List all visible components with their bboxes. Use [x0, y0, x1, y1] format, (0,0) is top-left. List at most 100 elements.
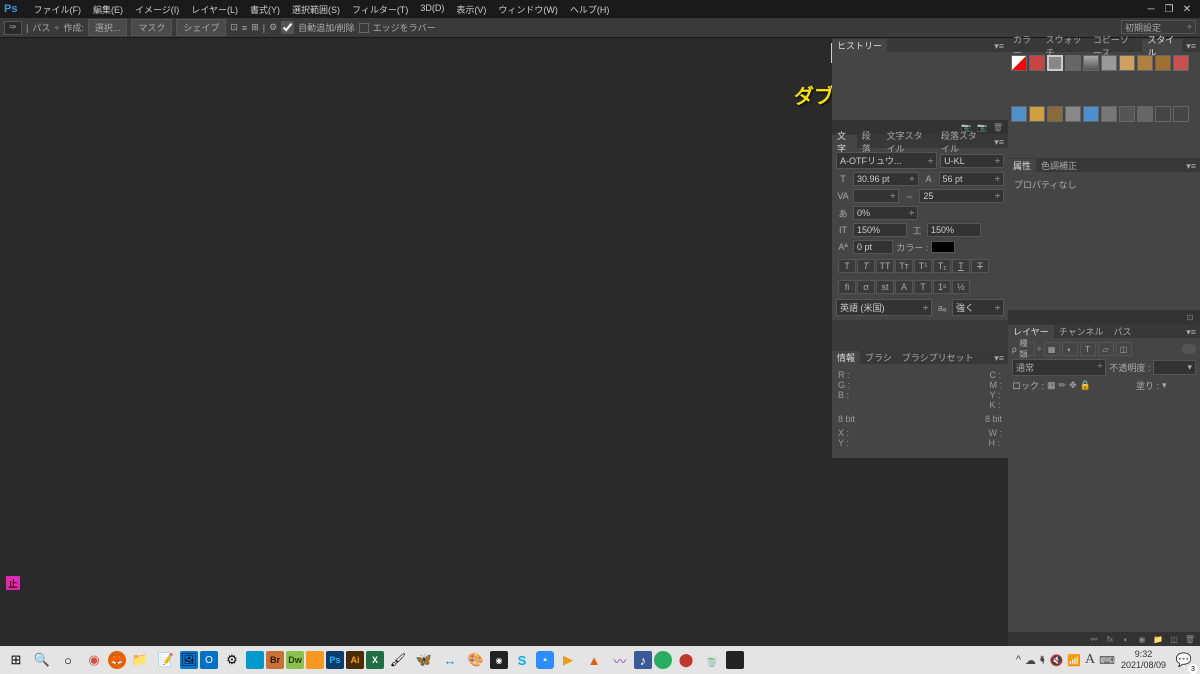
filter-shape-icon[interactable]: ▱ [1098, 342, 1114, 356]
skype-icon[interactable]: S [510, 648, 534, 672]
style-swatch[interactable] [1029, 106, 1045, 122]
ot-titling[interactable]: T [914, 280, 932, 294]
tab-info[interactable]: 情報 [832, 351, 860, 364]
tab-swatches[interactable]: スウォッチ [1040, 39, 1087, 52]
terminal-icon[interactable] [726, 651, 744, 669]
lock-transparency-icon[interactable]: ▦ [1047, 380, 1056, 391]
superscript-button[interactable]: T¹ [914, 259, 932, 273]
tab-styles[interactable]: スタイル [1142, 39, 1182, 52]
zoom-icon[interactable]: ▪ [536, 651, 554, 669]
layer-mask-icon[interactable]: ◐ [1119, 633, 1133, 645]
smallcaps-button[interactable]: Tᴛ [895, 259, 913, 273]
style-swatch[interactable] [1047, 106, 1063, 122]
search-icon[interactable]: 🔍 [30, 648, 54, 672]
menu-image[interactable]: イメージ(I) [129, 1, 185, 18]
start-button[interactable]: ⊞ [4, 648, 28, 672]
teamviewer-icon[interactable]: ↔ [438, 648, 462, 672]
excel-icon[interactable]: X [366, 651, 384, 669]
maximize-button[interactable]: ❐ [1160, 2, 1178, 16]
green-app-icon[interactable] [654, 651, 672, 669]
subscript-button[interactable]: T₁ [933, 259, 951, 273]
panel-menu-icon[interactable]: ▾≡ [990, 41, 1008, 52]
cortana-icon[interactable]: ○ [56, 648, 80, 672]
new-layer-icon[interactable]: ◫ [1167, 633, 1181, 645]
style-swatch[interactable] [1119, 106, 1135, 122]
arrange-icon[interactable]: ⊞ [251, 22, 259, 33]
fill-field[interactable]: ▾ [1162, 380, 1196, 391]
style-swatch[interactable] [1047, 55, 1063, 71]
record-icon[interactable]: ⬤ [674, 648, 698, 672]
tray-overflow-icon[interactable]: ^ [1016, 654, 1021, 666]
ot-alt[interactable]: A [895, 280, 913, 294]
language-select[interactable]: 英語 (米国)÷ [836, 299, 932, 316]
close-button[interactable]: ✕ [1178, 2, 1196, 16]
filter-pixel-icon[interactable]: ▦ [1044, 342, 1060, 356]
style-swatch[interactable] [1083, 55, 1099, 71]
selection-button[interactable]: 選択... [88, 19, 128, 36]
photoshop-icon[interactable]: Ps [326, 651, 344, 669]
menu-help[interactable]: ヘルプ(H) [564, 1, 616, 18]
shape-button[interactable]: シェイプ [176, 19, 226, 36]
panel-menu-icon[interactable]: ▾≡ [1182, 41, 1200, 52]
style-swatch[interactable] [1101, 55, 1117, 71]
vscale-field[interactable]: 150% [853, 223, 907, 237]
style-swatch[interactable] [1065, 55, 1081, 71]
cup-icon[interactable]: 🍵 [700, 648, 724, 672]
style-swatch[interactable] [1119, 55, 1135, 71]
chrome-icon[interactable]: ◉ [82, 648, 106, 672]
text-color-swatch[interactable] [931, 241, 955, 253]
filter-kind[interactable]: 種類 [1019, 342, 1035, 356]
menu-layer[interactable]: レイヤー(L) [185, 1, 244, 18]
align-icon[interactable]: ≡ [242, 23, 247, 33]
group-icon[interactable]: 📁 [1151, 633, 1165, 645]
ot-fi[interactable]: fi [838, 280, 856, 294]
notepad-icon[interactable]: 📝 [154, 648, 178, 672]
music-app-icon[interactable]: ♪ [634, 651, 652, 669]
filter-type-icon[interactable]: T [1080, 342, 1096, 356]
tsume-field[interactable]: 0%÷ [853, 206, 918, 220]
ime-a-icon[interactable]: A [1085, 652, 1095, 668]
tab-brush[interactable]: ブラシ [860, 351, 897, 364]
panel-menu-icon[interactable]: ▾≡ [990, 137, 1008, 148]
history-delete-icon[interactable]: 🗑 [991, 121, 1005, 133]
tab-adjustments[interactable]: 色調補正 [1036, 159, 1082, 172]
vlc-icon[interactable]: ▲ [582, 648, 606, 672]
tab-character[interactable]: 文字 [832, 135, 857, 148]
current-tool-icon[interactable]: ✑ [4, 21, 22, 35]
ot-script[interactable]: σ [857, 280, 875, 294]
wacom-icon[interactable] [246, 651, 264, 669]
notifications-icon[interactable]: 💬3 [1172, 648, 1196, 672]
boolean-op-icon[interactable]: ⊡ [230, 22, 238, 33]
style-swatch[interactable] [1065, 106, 1081, 122]
tab-history[interactable]: ヒストリー [832, 39, 887, 52]
menu-filter[interactable]: フィルター(T) [346, 1, 414, 18]
auto-add-delete-checkbox[interactable] [281, 21, 294, 34]
delete-layer-icon[interactable]: 🗑 [1183, 633, 1197, 645]
filter-adj-icon[interactable]: ◐ [1062, 342, 1078, 356]
wifi-icon[interactable]: 📶 [1067, 654, 1081, 667]
butterfly-icon[interactable]: 🦋 [412, 648, 436, 672]
purple-app-icon[interactable]: 〰 [608, 648, 632, 672]
minimize-button[interactable]: ─ [1142, 2, 1160, 16]
cloud-icon[interactable]: ☁ [1025, 654, 1036, 667]
layer-style-icon[interactable]: fx [1103, 633, 1117, 645]
filter-smart-icon[interactable]: ◫ [1116, 342, 1132, 356]
style-swatch[interactable] [1137, 106, 1153, 122]
menu-window[interactable]: ウィンドウ(W) [492, 1, 564, 18]
tracking-field[interactable]: 25÷ [919, 189, 1004, 203]
hscale-field[interactable]: 150% [927, 223, 981, 237]
kerning-field[interactable]: ÷ [853, 189, 899, 203]
link-layers-icon[interactable]: ⚯ [1087, 633, 1101, 645]
antialias-select[interactable]: 強く÷ [952, 299, 1004, 316]
tab-para-styles[interactable]: 段落スタイル [936, 135, 990, 148]
properties-footer-icon[interactable]: ⊡ [1183, 311, 1197, 323]
bold-button[interactable]: T [838, 259, 856, 273]
style-swatch[interactable] [1173, 55, 1189, 71]
settings-icon[interactable]: ⚙ [220, 648, 244, 672]
menu-edit[interactable]: 編集(E) [87, 1, 129, 18]
clock[interactable]: 9:32 2021/08/09 [1117, 649, 1170, 671]
bluetooth-icon[interactable]: 🖣 [1040, 654, 1046, 667]
menu-view[interactable]: 表示(V) [450, 1, 492, 18]
allcaps-button[interactable]: TT [876, 259, 894, 273]
blend-mode-select[interactable]: 通常÷ [1012, 359, 1106, 376]
